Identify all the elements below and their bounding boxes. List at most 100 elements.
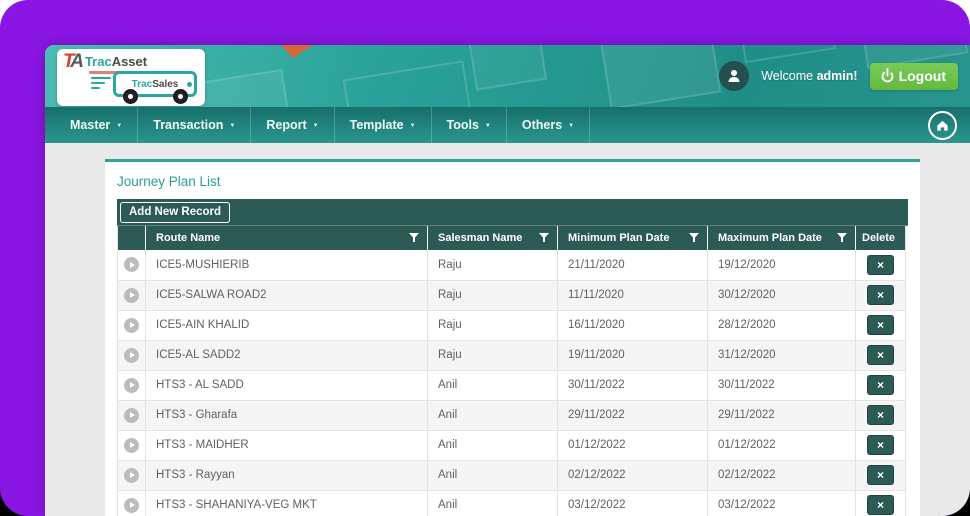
route-name-cell: ICE5-MUSHIERIB (145, 250, 428, 281)
content-panel: Journey Plan List Add New Record Route N… (105, 159, 920, 516)
min-plan-date-cell: 21/11/2020 (557, 250, 708, 281)
truck-wheel-left (123, 89, 138, 104)
app-window: TA TracAsset TracSales Welcome admin! Lo… (45, 45, 970, 516)
page-background: Journey Plan List Add New Record Route N… (45, 143, 970, 516)
chevron-down-icon: ▼ (116, 123, 123, 129)
expand-row-icon[interactable] (124, 497, 139, 513)
brand-name: TracAsset (84, 54, 148, 69)
add-new-record-button[interactable]: Add New Record (120, 201, 231, 223)
salesman-name-cell: Raju (427, 280, 558, 311)
min-plan-date-cell: 11/11/2020 (557, 280, 708, 311)
delete-row-button[interactable]: × (867, 285, 894, 305)
home-button[interactable] (928, 110, 957, 140)
power-icon (881, 68, 893, 83)
expand-row-icon[interactable] (124, 407, 139, 423)
nav-item-template[interactable]: Template ▼ (335, 107, 432, 143)
min-plan-date-cell: 01/12/2022 (557, 430, 708, 461)
table-row: ICE5-SALWA ROAD2 Raju 11/11/2020 30/12/2… (117, 280, 906, 311)
journey-plan-table: Route Name Salesman Name Minimum Plan Da… (117, 226, 906, 516)
max-plan-date-cell: 30/11/2022 (707, 370, 856, 401)
screenshot-frame: TA TracAsset TracSales Welcome admin! Lo… (0, 0, 970, 516)
filter-icon[interactable] (689, 233, 699, 243)
route-name-cell: HTS3 - Gharafa (145, 400, 428, 431)
table-row: ICE5-MUSHIERIB Raju 21/11/2020 19/12/202… (117, 250, 906, 281)
logout-button[interactable]: Logout (869, 62, 958, 90)
chevron-down-icon: ▼ (568, 123, 575, 129)
column-header-route-name[interactable]: Route Name (145, 226, 428, 250)
chevron-down-icon: ▼ (312, 123, 319, 129)
min-plan-date-cell: 29/11/2022 (557, 400, 708, 431)
nav-item-tools[interactable]: Tools ▼ (432, 107, 507, 143)
max-plan-date-cell: 29/11/2022 (707, 400, 856, 431)
route-name-cell: HTS3 - AL SADD (145, 370, 428, 401)
delete-row-button[interactable]: × (867, 405, 894, 425)
delete-row-button[interactable]: × (867, 435, 894, 455)
truck-label: TracSales (131, 78, 179, 90)
expand-row-icon[interactable] (124, 377, 139, 393)
chevron-down-icon: ▼ (229, 123, 236, 129)
expand-row-icon[interactable] (124, 347, 139, 363)
max-plan-date-cell: 28/12/2020 (707, 310, 856, 341)
nav-item-master[interactable]: Master ▼ (55, 107, 139, 143)
max-plan-date-cell: 03/12/2022 (707, 490, 856, 516)
table-body: ICE5-MUSHIERIB Raju 21/11/2020 19/12/202… (117, 250, 906, 516)
expand-row-icon[interactable] (124, 467, 139, 483)
route-name-cell: HTS3 - MAIDHER (145, 430, 428, 461)
table-row: HTS3 - AL SADD Anil 30/11/2022 30/11/202… (117, 370, 906, 401)
expand-row-icon[interactable] (124, 317, 139, 333)
welcome-text: Welcome admin! (761, 69, 858, 83)
salesman-name-cell: Raju (427, 340, 558, 371)
min-plan-date-cell: 30/11/2022 (557, 370, 708, 401)
salesman-name-cell: Anil (427, 400, 558, 431)
nav-item-transaction[interactable]: Transaction ▼ (138, 107, 252, 143)
column-header-salesman-name[interactable]: Salesman Name (427, 226, 558, 250)
filter-icon[interactable] (539, 233, 549, 243)
min-plan-date-cell: 03/12/2022 (557, 490, 708, 516)
expand-column-header (117, 226, 146, 250)
chevron-down-icon: ▼ (484, 123, 491, 129)
route-name-cell: ICE5-AIN KHALID (145, 310, 428, 341)
nav-item-others[interactable]: Others ▼ (507, 107, 591, 143)
nav-item-report[interactable]: Report ▼ (251, 107, 335, 143)
truck-wheel-right (173, 89, 188, 104)
filter-icon[interactable] (409, 233, 419, 243)
user-icon (728, 70, 740, 82)
table-row: HTS3 - Rayyan Anil 02/12/2022 02/12/2022… (117, 460, 906, 491)
max-plan-date-cell: 31/12/2020 (707, 340, 856, 371)
route-name-cell: HTS3 - SHAHANIYA-VEG MKT (145, 490, 428, 516)
grid-toolbar: Add New Record (117, 199, 908, 226)
delete-row-button[interactable]: × (867, 315, 894, 335)
filter-icon[interactable] (837, 233, 847, 243)
max-plan-date-cell: 02/12/2022 (707, 460, 856, 491)
expand-row-icon[interactable] (124, 287, 139, 303)
truck-speed-lines (91, 77, 111, 92)
salesman-name-cell: Raju (427, 250, 558, 281)
username: admin! (816, 69, 858, 83)
expand-row-icon[interactable] (124, 257, 139, 273)
salesman-name-cell: Raju (427, 310, 558, 341)
delete-row-button[interactable]: × (867, 345, 894, 365)
min-plan-date-cell: 16/11/2020 (557, 310, 708, 341)
delete-row-button[interactable]: × (867, 254, 894, 275)
column-header-max-plan-date[interactable]: Maximum Plan Date (707, 226, 856, 250)
brand-logo[interactable]: TA TracAsset TracSales (57, 49, 205, 106)
max-plan-date-cell: 30/12/2020 (707, 280, 856, 311)
salesman-name-cell: Anil (427, 490, 558, 516)
route-name-cell: ICE5-AL SADD2 (145, 340, 428, 371)
salesman-name-cell: Anil (427, 370, 558, 401)
expand-row-icon[interactable] (124, 437, 139, 453)
pattern-orange-shard (281, 45, 313, 58)
app-header: TA TracAsset TracSales Welcome admin! Lo… (45, 45, 970, 107)
chevron-down-icon: ▼ (409, 123, 416, 129)
column-header-min-plan-date[interactable]: Minimum Plan Date (557, 226, 708, 250)
delete-row-button[interactable]: × (867, 465, 894, 485)
truck-dot (187, 82, 192, 87)
user-avatar (719, 61, 750, 91)
main-navbar: Master ▼ Transaction ▼ Report ▼ Template… (45, 107, 970, 143)
delete-row-button[interactable]: × (867, 375, 894, 395)
delete-row-button[interactable]: × (867, 495, 894, 515)
min-plan-date-cell: 02/12/2022 (557, 460, 708, 491)
ta-monogram: TA (63, 51, 84, 72)
table-row: HTS3 - MAIDHER Anil 01/12/2022 01/12/202… (117, 430, 906, 461)
salesman-name-cell: Anil (427, 460, 558, 491)
